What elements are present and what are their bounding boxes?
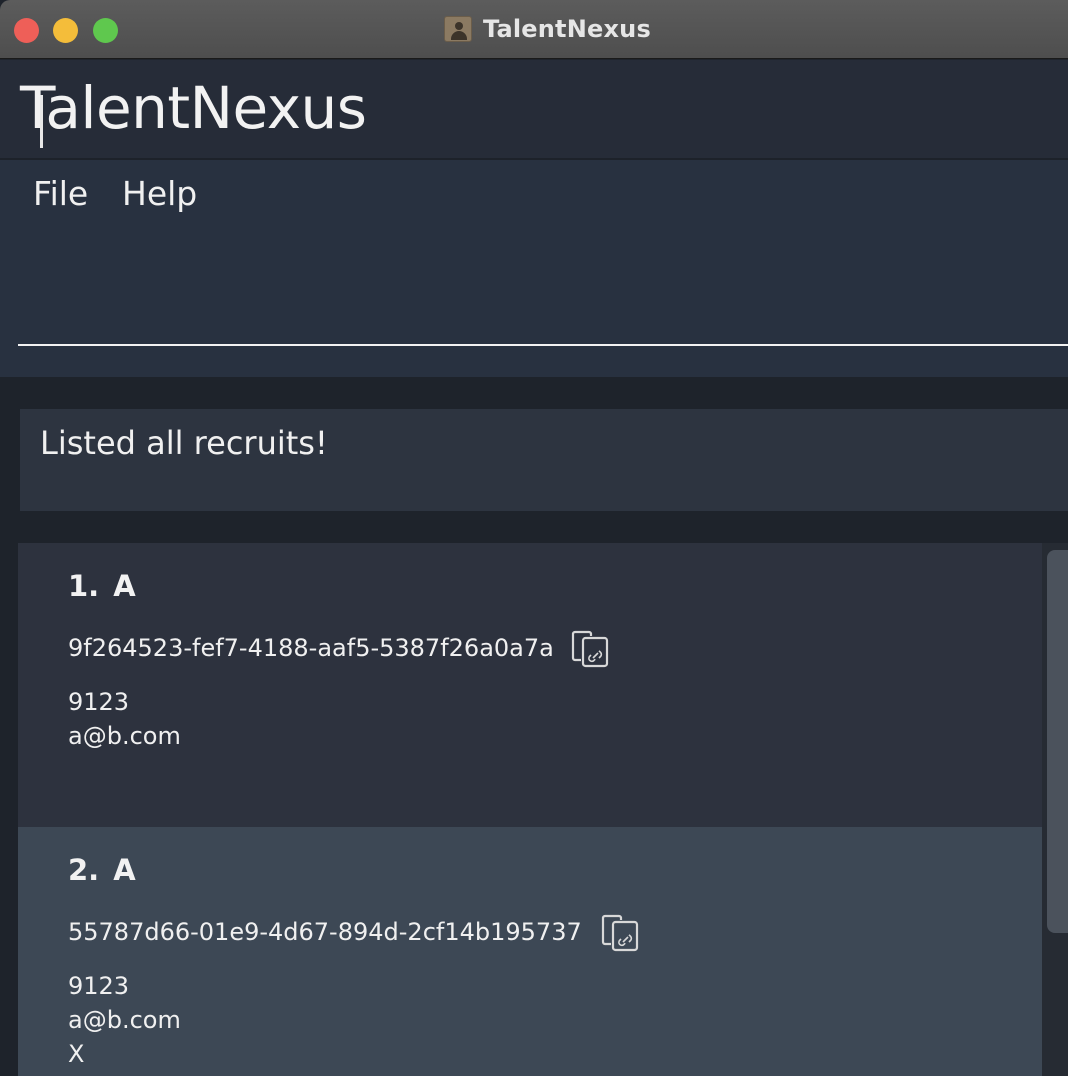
app-window: TalentNexus TalentNexus File Help Listed… <box>0 0 1068 1076</box>
menu-help[interactable]: Help <box>122 174 197 213</box>
command-input[interactable] <box>18 236 1068 346</box>
app-name-heading: TalentNexus <box>20 74 367 142</box>
minimize-window-button[interactable] <box>53 18 78 43</box>
text-caret <box>40 95 43 148</box>
window-title-group: TalentNexus <box>444 14 651 44</box>
contact-card-icon <box>444 16 472 42</box>
title-bar[interactable]: TalentNexus <box>0 0 1068 59</box>
recruit-phone: 9123 <box>68 972 130 1000</box>
result-display: Listed all recruits! <box>20 409 1068 511</box>
recruit-id: 9f264523-fef7-4188-aaf5-5387f26a0a7a <box>68 634 554 662</box>
recruit-email: a@b.com <box>68 1006 181 1034</box>
recruit-index: 1. <box>68 569 100 603</box>
recruit-email: a@b.com <box>68 722 181 750</box>
recruit-name: A <box>113 569 136 603</box>
recruit-header: 1. A <box>68 569 136 603</box>
app-header: TalentNexus <box>0 60 1068 158</box>
close-window-button[interactable] <box>14 18 39 43</box>
command-panel: File Help <box>0 160 1068 377</box>
window-title: TalentNexus <box>483 15 651 43</box>
copy-link-icon[interactable] <box>601 914 641 952</box>
recruit-card[interactable]: 2. A 55787d66-01e9-4d67-894d-2cf14b195737… <box>18 827 1042 1076</box>
copy-link-icon[interactable] <box>571 630 611 668</box>
recruit-extra: X <box>68 1040 85 1068</box>
recruit-list[interactable]: 1. A 9f264523-fef7-4188-aaf5-5387f26a0a7a… <box>18 543 1042 1076</box>
recruit-index: 2. <box>68 853 100 887</box>
result-message: Listed all recruits! <box>40 424 328 462</box>
recruit-card[interactable]: 1. A 9f264523-fef7-4188-aaf5-5387f26a0a7a… <box>18 543 1042 827</box>
scrollbar-thumb[interactable] <box>1047 550 1068 933</box>
recruit-header: 2. A <box>68 853 136 887</box>
maximize-window-button[interactable] <box>93 18 118 43</box>
menu-file[interactable]: File <box>33 174 88 213</box>
recruit-phone: 9123 <box>68 688 130 716</box>
recruit-id: 55787d66-01e9-4d67-894d-2cf14b195737 <box>68 918 582 946</box>
recruit-name: A <box>113 853 136 887</box>
